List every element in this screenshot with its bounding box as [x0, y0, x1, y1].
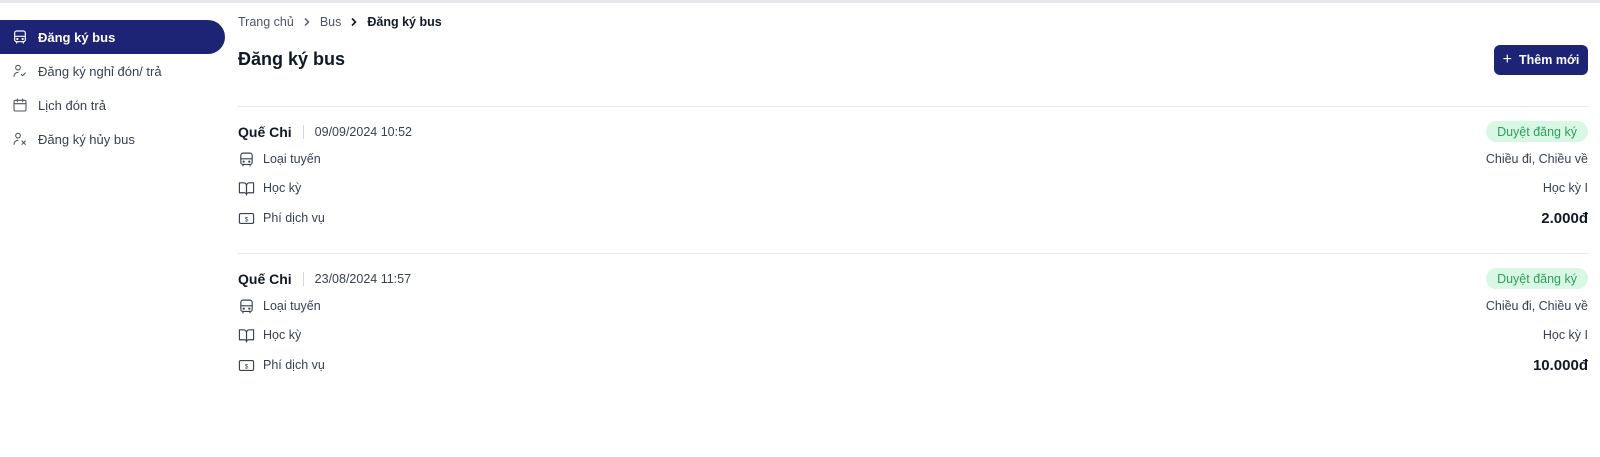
separator	[302, 272, 304, 286]
semester-value: Học kỳ I	[1542, 181, 1588, 195]
registration-card[interactable]: Quế Chi 09/09/2024 10:52 Duyệt đăng ký L…	[238, 121, 1588, 242]
bus-icon	[238, 298, 255, 315]
sidebar-item-lich-don-tra[interactable]: Lịch đón trả	[0, 88, 225, 122]
plus-icon: +	[1502, 51, 1513, 68]
fee-row: $ Phí dịch vụ 10.000đ	[238, 355, 1588, 375]
registration-date: 23/08/2024 11:57	[314, 272, 412, 286]
semester-label: Học kỳ	[263, 181, 302, 195]
semester-row: Học kỳ Học kỳ I	[238, 325, 1588, 345]
sidebar-item-label: Đăng ký hủy bus	[38, 131, 135, 147]
card-header: Quế Chi 09/09/2024 10:52	[238, 122, 412, 142]
route-type-label: Loại tuyến	[263, 152, 321, 166]
book-icon	[238, 327, 255, 344]
registration-date: 09/09/2024 10:52	[314, 125, 412, 139]
route-type-row: Loại tuyến Chiều đi, Chiều về	[238, 296, 1588, 316]
divider	[238, 253, 1588, 254]
fee-value: 10.000đ	[1532, 356, 1588, 374]
page-title: Đăng ký bus	[238, 49, 346, 69]
sidebar-item-dang-ky-bus[interactable]: Đăng ký bus	[0, 20, 225, 54]
card-header: Quế Chi 23/08/2024 11:57	[238, 269, 411, 289]
sidebar-item-dang-ky-nghi[interactable]: Đăng ký nghỉ đón/ trả	[0, 54, 225, 88]
sidebar-item-dang-ky-huy-bus[interactable]: Đăng ký hủy bus	[0, 122, 225, 156]
add-new-label: Thêm mới	[1519, 53, 1580, 67]
student-name: Quế Chi	[238, 124, 292, 140]
calendar-icon	[12, 97, 28, 113]
chevron-right-icon	[302, 17, 312, 27]
fee-label: Phí dịch vụ	[263, 358, 325, 372]
sidebar-item-label: Đăng ký nghỉ đón/ trả	[38, 63, 162, 79]
route-type-row: Loại tuyến Chiều đi, Chiều về	[238, 149, 1588, 169]
breadcrumb: Trang chủ Bus Đăng ký bus	[238, 15, 442, 29]
breadcrumb-current: Đăng ký bus	[367, 15, 442, 29]
route-type-value: Chiều đi, Chiều về	[1485, 299, 1588, 313]
add-new-button[interactable]: + Thêm mới	[1494, 45, 1588, 75]
user-x-icon	[12, 131, 28, 147]
divider	[238, 106, 1588, 107]
semester-label: Học kỳ	[263, 328, 302, 342]
registration-card[interactable]: Quế Chi 23/08/2024 11:57 Duyệt đăng ký L…	[238, 268, 1588, 389]
sidebar-item-label: Đăng ký bus	[38, 29, 116, 45]
fee-value: 2.000đ	[1541, 209, 1588, 227]
status-badge: Duyệt đăng ký	[1486, 268, 1588, 289]
svg-text:$: $	[245, 216, 249, 223]
route-type-value: Chiều đi, Chiều về	[1485, 152, 1588, 166]
student-name: Quế Chi	[238, 271, 292, 287]
bus-icon	[12, 29, 28, 45]
semester-row: Học kỳ Học kỳ I	[238, 178, 1588, 198]
route-type-label: Loại tuyến	[263, 299, 321, 313]
fee-label: Phí dịch vụ	[263, 211, 325, 225]
bus-icon	[238, 151, 255, 168]
money-icon: $	[238, 210, 255, 227]
top-border	[0, 0, 1600, 3]
book-icon	[238, 180, 255, 197]
money-icon: $	[238, 357, 255, 374]
semester-value: Học kỳ I	[1542, 328, 1588, 342]
fee-row: $ Phí dịch vụ 2.000đ	[238, 208, 1588, 228]
breadcrumb-home[interactable]: Trang chủ	[238, 15, 294, 29]
user-check-icon	[12, 63, 28, 79]
svg-text:$: $	[245, 363, 249, 370]
sidebar: Đăng ký bus Đăng ký nghỉ đón/ trả Lịch đ…	[0, 20, 225, 156]
status-badge: Duyệt đăng ký	[1486, 121, 1588, 142]
chevron-right-icon	[349, 17, 359, 27]
sidebar-item-label: Lịch đón trả	[38, 97, 106, 113]
breadcrumb-bus[interactable]: Bus	[320, 15, 342, 29]
separator	[302, 125, 304, 139]
